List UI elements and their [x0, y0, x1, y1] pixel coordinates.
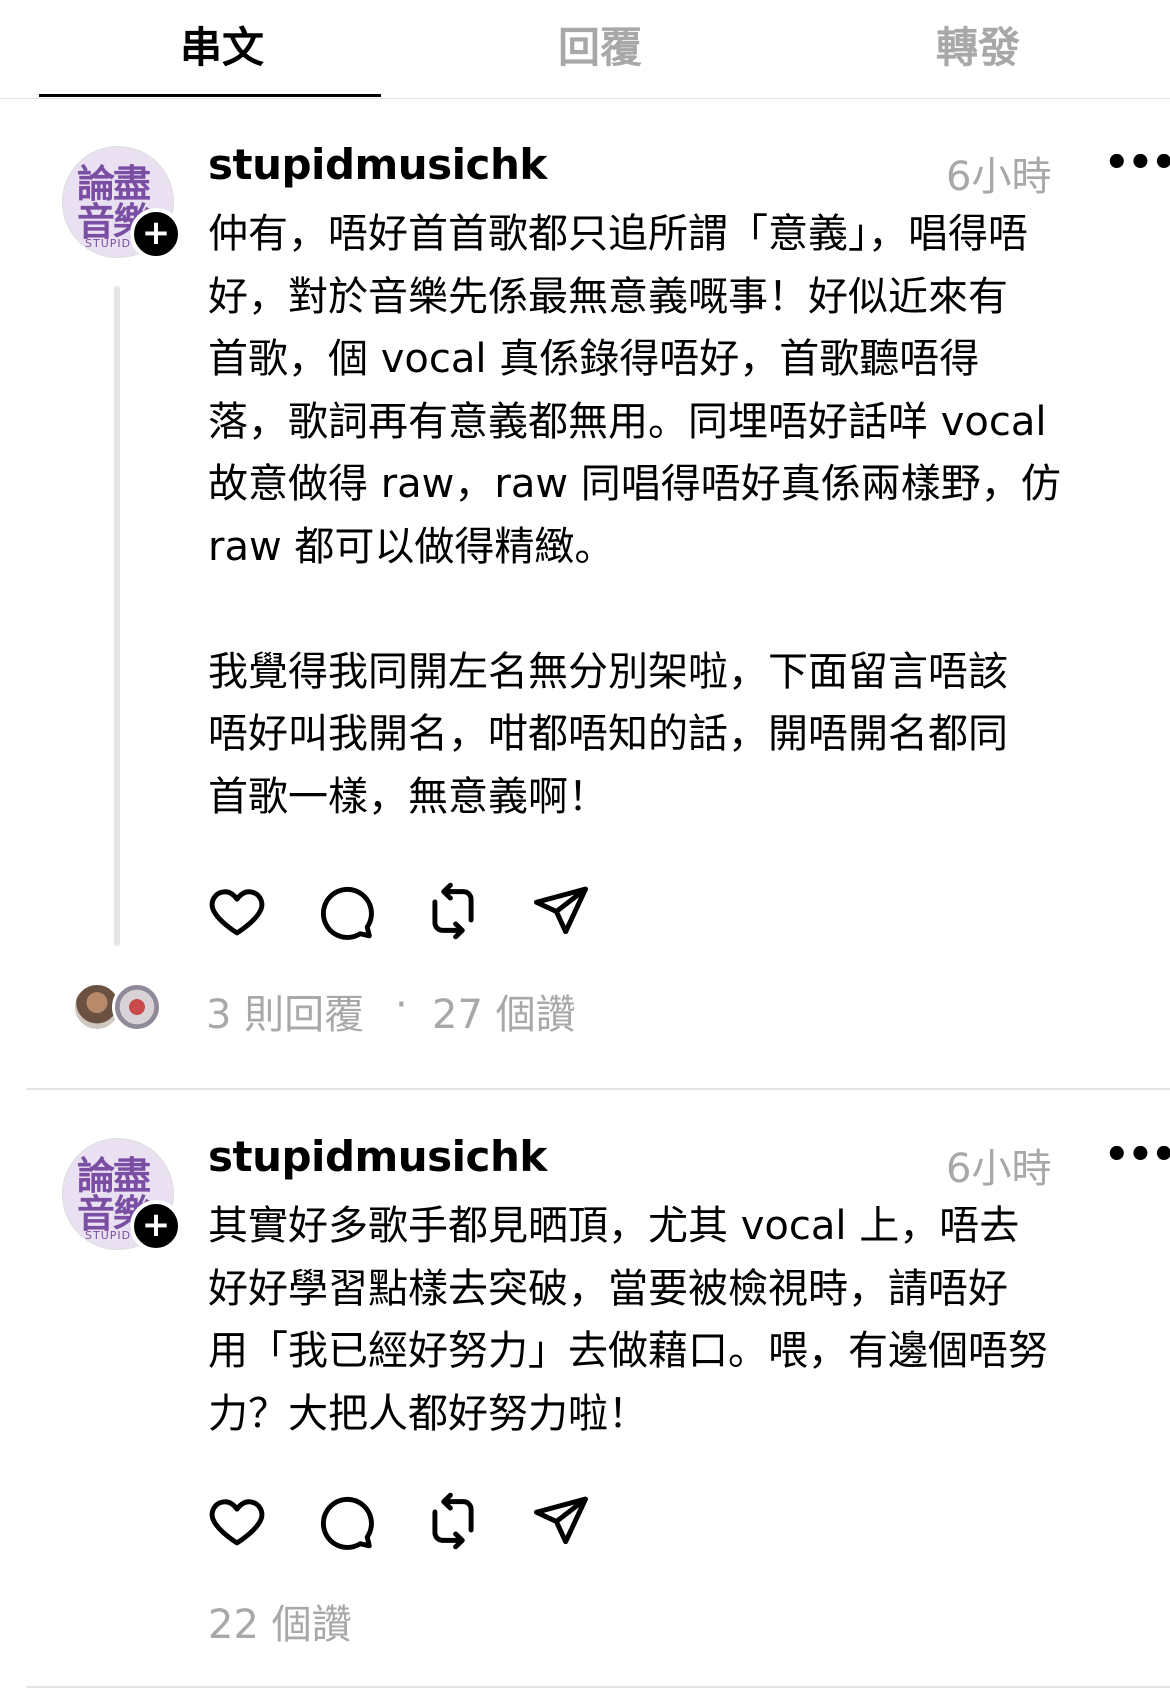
comment-icon [320, 1496, 374, 1550]
more-options-icon[interactable]: ••• [1104, 1132, 1170, 1178]
like-button[interactable] [206, 880, 268, 942]
heart-icon [209, 889, 265, 936]
share-button[interactable] [530, 880, 592, 942]
repost-button[interactable] [422, 1490, 484, 1552]
repost-button[interactable] [422, 880, 484, 942]
share-icon [534, 1496, 588, 1545]
like-button[interactable] [206, 1490, 268, 1552]
like-count[interactable]: 27 個讚 [432, 982, 576, 1040]
username[interactable]: stupidmusichk [208, 140, 547, 189]
like-count[interactable]: 22 個讚 [208, 1592, 352, 1650]
tab-replies[interactable]: 回覆 [410, 14, 790, 75]
post-divider [26, 1686, 1170, 1688]
follow-plus-icon[interactable]: + [130, 1200, 182, 1252]
comment-button[interactable] [314, 1490, 376, 1552]
replier-avatar [112, 982, 162, 1032]
comment-icon [320, 886, 374, 940]
timestamp: 6小時 [946, 1146, 1052, 1192]
follow-plus-icon[interactable]: + [130, 208, 182, 260]
post-text: 仲有，唔好首首歌都只追所謂「意義」，唱得唔 好，對於音樂先係最無意義嘅事！好似近… [208, 211, 1061, 820]
tab-reposts[interactable]: 轉發 [788, 14, 1168, 75]
heart-icon [209, 1499, 265, 1546]
timestamp: 6小時 [946, 154, 1052, 200]
username[interactable]: stupidmusichk [208, 1132, 547, 1181]
comment-button[interactable] [314, 880, 376, 942]
profile-tabs: 串文 回覆 轉發 [0, 0, 1170, 99]
post-divider [26, 1088, 1170, 1090]
repost-icon [432, 882, 474, 940]
share-button[interactable] [530, 1490, 592, 1552]
reply-count[interactable]: 3 則回覆 [206, 982, 364, 1040]
share-icon [534, 886, 588, 935]
repost-icon [432, 1492, 474, 1550]
post-text: 其實好多歌手都見晒頂，尤其 vocal 上，唔去 好好學習點樣去突破，當要被檢視… [208, 1203, 1048, 1437]
active-tab-indicator [39, 94, 381, 97]
meta-separator: · [395, 982, 408, 1028]
more-options-icon[interactable]: ••• [1104, 140, 1170, 186]
thread-line [114, 286, 120, 946]
tab-threads[interactable]: 串文 [32, 14, 412, 75]
